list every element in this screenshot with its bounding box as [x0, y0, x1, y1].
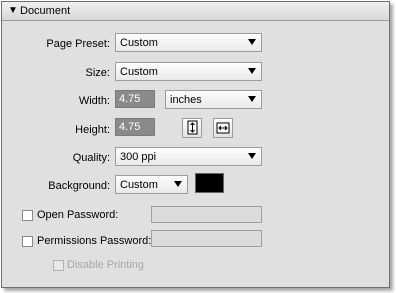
size-value: Custom — [120, 66, 158, 78]
landscape-orientation-icon — [216, 122, 230, 134]
open-password-field[interactable] — [151, 206, 262, 223]
page-preset-value: Custom — [120, 37, 158, 49]
size-label: Size: — [85, 67, 110, 79]
background-value: Custom — [120, 179, 158, 191]
panel-header[interactable]: ▼ Document — [2, 2, 389, 21]
open-password-label: Open Password: — [37, 209, 119, 221]
permissions-password-field[interactable] — [151, 230, 262, 247]
width-value: 4.75 — [119, 93, 141, 105]
background-select[interactable]: Custom — [115, 175, 188, 194]
background-label: Background: — [48, 180, 110, 192]
disable-printing-label: Disable Printing — [67, 259, 145, 271]
portrait-orientation-button[interactable] — [182, 118, 202, 138]
landscape-orientation-button[interactable] — [213, 118, 233, 138]
triangle-down-icon[interactable]: ▼ — [8, 6, 18, 16]
height-input[interactable]: 4.75 — [115, 118, 155, 136]
quality-value: 300 ppi — [120, 151, 157, 163]
width-label: Width: — [78, 95, 110, 107]
chevron-down-icon — [248, 39, 256, 45]
unit-select[interactable]: inches — [165, 90, 262, 109]
chevron-down-icon — [248, 68, 256, 74]
chevron-down-icon — [248, 96, 256, 102]
height-label: Height: — [75, 124, 110, 136]
page-preset-select[interactable]: Custom — [115, 33, 262, 52]
quality-label: Quality: — [72, 152, 110, 164]
height-value: 4.75 — [119, 121, 141, 133]
chevron-down-icon — [248, 153, 256, 159]
disable-printing-checkbox[interactable] — [53, 260, 64, 271]
permissions-password-checkbox[interactable] — [22, 236, 33, 247]
background-color-swatch[interactable] — [195, 173, 224, 193]
unit-value: inches — [170, 94, 202, 106]
portrait-orientation-icon — [187, 120, 198, 135]
document-panel: ▼ Document Page Preset: Custom Size: Cus… — [1, 1, 390, 288]
permissions-password-label: Permissions Password: — [37, 235, 152, 247]
quality-select[interactable]: 300 ppi — [115, 147, 262, 166]
size-select[interactable]: Custom — [115, 62, 262, 81]
panel-title: Document — [20, 5, 71, 17]
open-password-checkbox[interactable] — [22, 210, 33, 221]
page-preset-label: Page Preset: — [46, 38, 110, 50]
width-input[interactable]: 4.75 — [115, 90, 155, 108]
chevron-down-icon — [174, 181, 182, 187]
